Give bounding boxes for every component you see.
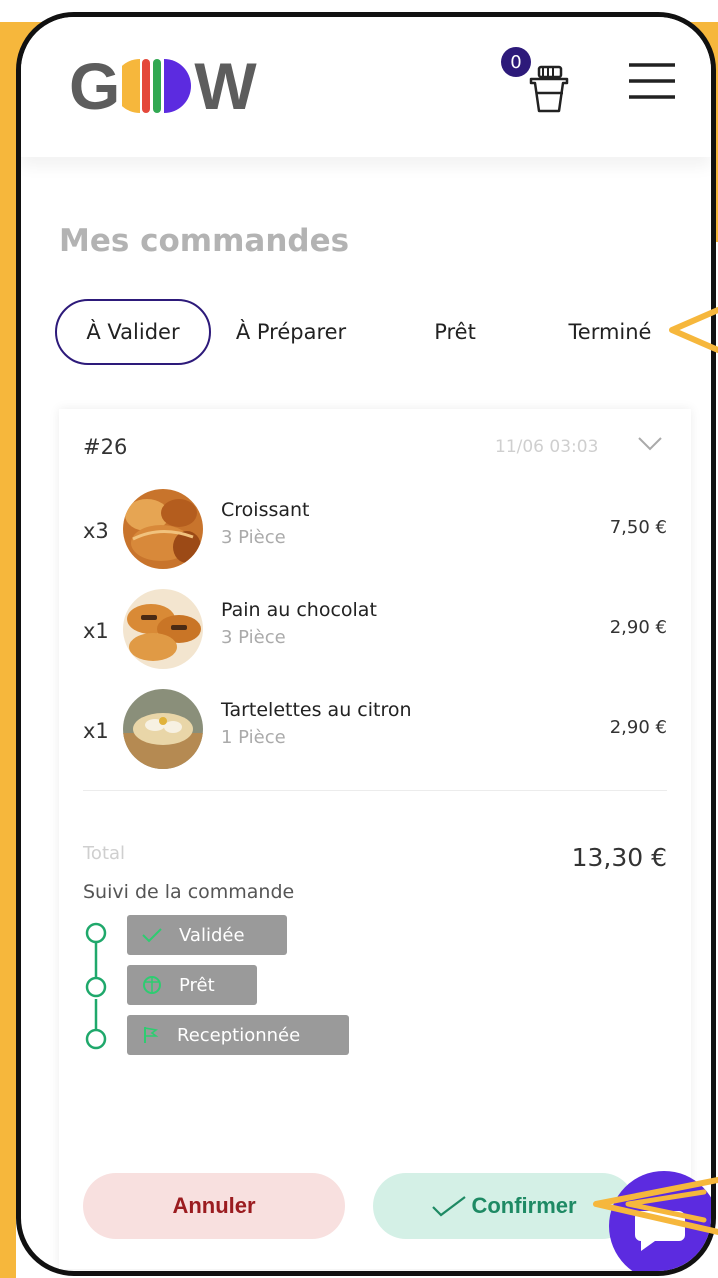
divider [83, 790, 667, 791]
item-price: 2,90 € [609, 617, 667, 638]
order-number: #26 [83, 435, 128, 459]
item-name: Tartelettes au citron [221, 699, 412, 721]
total-value: 13,30 € [571, 843, 667, 872]
order-status-tabs: À Valider À Préparer Prêt Terminé [55, 299, 695, 369]
pain-au-chocolat-image [123, 589, 203, 669]
tab-a-preparer[interactable]: À Préparer [221, 299, 361, 365]
item-unit: 3 Pièce [221, 627, 286, 648]
croissant-image [123, 489, 203, 569]
order-date: 11/06 03:03 [495, 437, 599, 457]
tracking-step-label: Validée [179, 924, 245, 946]
item-price: 2,90 € [609, 717, 667, 738]
arrow-annotation-icon [593, 1177, 718, 1235]
order-card: #26 11/06 03:03 x3 Croissant 3 Pièce 7,5… [59, 409, 691, 1269]
box-icon [143, 976, 161, 994]
order-item: x1 Tartelettes au citron 1 Pièce 2,90 € [59, 689, 691, 779]
app-logo[interactable]: G W [69, 53, 257, 119]
flag-icon [144, 1027, 159, 1043]
top-bar: G W 0 [21, 17, 711, 157]
item-name: Pain au chocolat [221, 599, 377, 621]
order-item: x1 Pain au chocolat 3 Pièce 2,90 € [59, 589, 691, 679]
tracking-title: Suivi de la commande [83, 881, 295, 903]
item-price: 7,50 € [609, 517, 667, 538]
item-name: Croissant [221, 499, 310, 521]
tab-pret[interactable]: Prêt [405, 299, 505, 365]
check-icon [142, 928, 162, 943]
tab-a-valider[interactable]: À Valider [55, 299, 211, 365]
chevron-down-icon[interactable] [637, 435, 663, 453]
check-icon [432, 1196, 467, 1217]
hamburger-icon [629, 63, 675, 99]
confirm-button-label: Confirmer [471, 1193, 577, 1218]
item-unit: 1 Pièce [221, 727, 286, 748]
logo-stripes-icon [122, 59, 192, 113]
tracking-step-receptionnee: Receptionnée [127, 1015, 349, 1055]
tracking-step-validee: Validée [127, 915, 287, 955]
item-quantity: x1 [83, 619, 109, 643]
item-unit: 3 Pièce [221, 527, 286, 548]
order-item: x3 Croissant 3 Pièce 7,50 € [59, 489, 691, 579]
tab-termine[interactable]: Terminé [545, 299, 675, 365]
logo-letter-g: G [69, 49, 121, 123]
highlight-background-strip [0, 242, 16, 1278]
hamburger-menu-button[interactable] [627, 61, 677, 101]
cart-button[interactable]: 0 [501, 47, 571, 117]
cancel-button-label: Annuler [172, 1193, 256, 1218]
tracking-step-label: Receptionnée [177, 1024, 301, 1046]
timeline-track-icon [85, 922, 107, 1050]
page-title: Mes commandes [59, 223, 350, 259]
item-quantity: x3 [83, 519, 109, 543]
tracking-step-pret: Prêt [127, 965, 257, 1005]
cart-count-badge: 0 [501, 47, 531, 77]
phone-frame: G W 0 Mes commandes À Valider À Préparer… [16, 12, 716, 1276]
total-label: Total [83, 843, 126, 864]
item-quantity: x1 [83, 719, 109, 743]
logo-letter-w: W [194, 49, 257, 123]
tartelettes-au-citron-image [123, 689, 203, 769]
tracking-step-label: Prêt [179, 974, 215, 996]
arrow-annotation-icon [669, 307, 718, 353]
cancel-order-button[interactable]: Annuler [83, 1173, 345, 1239]
